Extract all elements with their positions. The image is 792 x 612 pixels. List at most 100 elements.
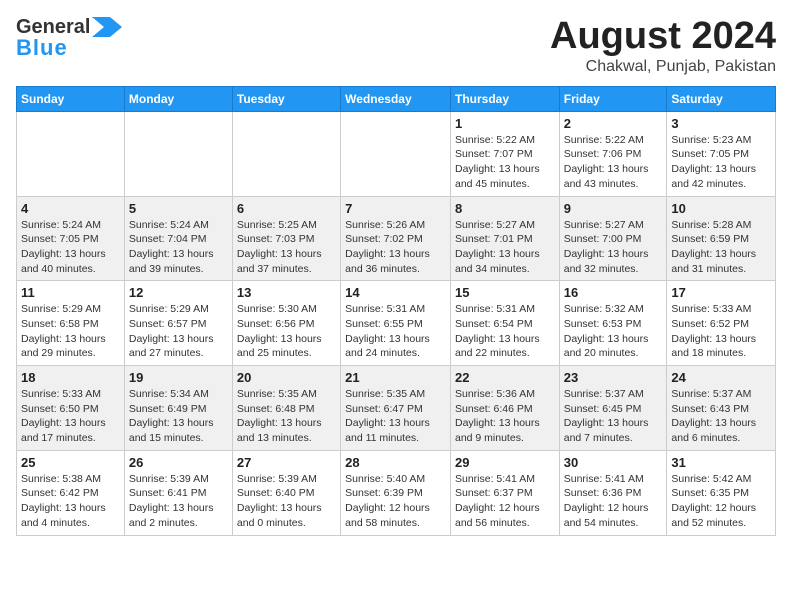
calendar-cell: 27 Sunrise: 5:39 AM Sunset: 6:40 PM Dayli…	[232, 450, 340, 535]
cell-day-number: 12	[129, 285, 228, 300]
calendar-cell: 13 Sunrise: 5:30 AM Sunset: 6:56 PM Dayli…	[232, 281, 340, 366]
calendar-cell: 16 Sunrise: 5:32 AM Sunset: 6:53 PM Dayli…	[559, 281, 667, 366]
logo-blue-text: Blue	[16, 36, 68, 60]
main-title: August 2024	[550, 16, 776, 58]
cell-info-text: Sunrise: 5:22 AM Sunset: 7:06 PM Dayligh…	[564, 133, 663, 192]
calendar-cell: 15Sunrise: 5:31 AM Sunset: 6:54 PM Dayli…	[450, 281, 559, 366]
calendar-table: SundayMondayTuesdayWednesdayThursdayFrid…	[16, 86, 776, 536]
calendar-week-row: 18Sunrise: 5:33 AM Sunset: 6:50 PM Dayli…	[17, 366, 776, 451]
calendar-week-row: 25 Sunrise: 5:38 AM Sunset: 6:42 PM Dayli…	[17, 450, 776, 535]
cell-day-number: 16	[564, 285, 663, 300]
header-day-friday: Friday	[559, 86, 667, 111]
cell-info-text: Sunrise: 5:26 AM Sunset: 7:02 PM Dayligh…	[345, 218, 446, 277]
calendar-cell: 12Sunrise: 5:29 AM Sunset: 6:57 PM Dayli…	[124, 281, 232, 366]
calendar-cell: 2 Sunrise: 5:22 AM Sunset: 7:06 PM Daylig…	[559, 111, 667, 196]
calendar-cell: 11Sunrise: 5:29 AM Sunset: 6:58 PM Dayli…	[17, 281, 125, 366]
cell-info-text: Sunrise: 5:35 AM Sunset: 6:47 PM Dayligh…	[345, 387, 446, 446]
calendar-cell	[124, 111, 232, 196]
calendar-cell: 31 Sunrise: 5:42 AM Sunset: 6:35 PM Dayli…	[667, 450, 776, 535]
calendar-week-row: 11Sunrise: 5:29 AM Sunset: 6:58 PM Dayli…	[17, 281, 776, 366]
cell-info-text: Sunrise: 5:33 AM Sunset: 6:50 PM Dayligh…	[21, 387, 120, 446]
cell-info-text: Sunrise: 5:34 AM Sunset: 6:49 PM Dayligh…	[129, 387, 228, 446]
logo: General Blue	[16, 16, 122, 60]
header-day-monday: Monday	[124, 86, 232, 111]
header-day-wednesday: Wednesday	[341, 86, 451, 111]
cell-info-text: Sunrise: 5:25 AM Sunset: 7:03 PM Dayligh…	[237, 218, 336, 277]
cell-info-text: Sunrise: 5:31 AM Sunset: 6:55 PM Dayligh…	[345, 302, 446, 361]
cell-day-number: 8	[455, 201, 555, 216]
cell-day-number: 17	[671, 285, 771, 300]
header: General Blue August 2024 Chakwal, Punjab…	[16, 16, 776, 76]
calendar-cell: 21Sunrise: 5:35 AM Sunset: 6:47 PM Dayli…	[341, 366, 451, 451]
cell-day-number: 9	[564, 201, 663, 216]
cell-day-number: 28	[345, 455, 446, 470]
cell-day-number: 3	[671, 116, 771, 131]
calendar-cell	[341, 111, 451, 196]
calendar-cell: 6 Sunrise: 5:25 AM Sunset: 7:03 PM Daylig…	[232, 196, 340, 281]
header-day-saturday: Saturday	[667, 86, 776, 111]
cell-info-text: Sunrise: 5:38 AM Sunset: 6:42 PM Dayligh…	[21, 472, 120, 531]
cell-info-text: Sunrise: 5:31 AM Sunset: 6:54 PM Dayligh…	[455, 302, 555, 361]
cell-info-text: Sunrise: 5:33 AM Sunset: 6:52 PM Dayligh…	[671, 302, 771, 361]
calendar-cell	[17, 111, 125, 196]
cell-info-text: Sunrise: 5:41 AM Sunset: 6:36 PM Dayligh…	[564, 472, 663, 531]
cell-day-number: 6	[237, 201, 336, 216]
cell-info-text: Sunrise: 5:42 AM Sunset: 6:35 PM Dayligh…	[671, 472, 771, 531]
calendar-cell: 1Sunrise: 5:22 AM Sunset: 7:07 PM Daylig…	[450, 111, 559, 196]
cell-info-text: Sunrise: 5:32 AM Sunset: 6:53 PM Dayligh…	[564, 302, 663, 361]
calendar-cell: 29 Sunrise: 5:41 AM Sunset: 6:37 PM Dayli…	[450, 450, 559, 535]
cell-day-number: 25	[21, 455, 120, 470]
cell-day-number: 4	[21, 201, 120, 216]
cell-day-number: 10	[671, 201, 771, 216]
cell-day-number: 31	[671, 455, 771, 470]
calendar-cell: 19 Sunrise: 5:34 AM Sunset: 6:49 PM Dayli…	[124, 366, 232, 451]
sub-title: Chakwal, Punjab, Pakistan	[550, 58, 776, 76]
cell-info-text: Sunrise: 5:39 AM Sunset: 6:41 PM Dayligh…	[129, 472, 228, 531]
cell-day-number: 13	[237, 285, 336, 300]
cell-day-number: 23	[564, 370, 663, 385]
cell-day-number: 20	[237, 370, 336, 385]
cell-info-text: Sunrise: 5:27 AM Sunset: 7:01 PM Dayligh…	[455, 218, 555, 277]
calendar-cell: 5 Sunrise: 5:24 AM Sunset: 7:04 PM Daylig…	[124, 196, 232, 281]
calendar-week-row: 4 Sunrise: 5:24 AM Sunset: 7:05 PM Daylig…	[17, 196, 776, 281]
calendar-cell: 30 Sunrise: 5:41 AM Sunset: 6:36 PM Dayli…	[559, 450, 667, 535]
cell-day-number: 26	[129, 455, 228, 470]
cell-info-text: Sunrise: 5:27 AM Sunset: 7:00 PM Dayligh…	[564, 218, 663, 277]
calendar-cell: 20 Sunrise: 5:35 AM Sunset: 6:48 PM Dayli…	[232, 366, 340, 451]
calendar-cell: 4 Sunrise: 5:24 AM Sunset: 7:05 PM Daylig…	[17, 196, 125, 281]
calendar-cell: 24Sunrise: 5:37 AM Sunset: 6:43 PM Dayli…	[667, 366, 776, 451]
calendar-cell: 14Sunrise: 5:31 AM Sunset: 6:55 PM Dayli…	[341, 281, 451, 366]
cell-info-text: Sunrise: 5:36 AM Sunset: 6:46 PM Dayligh…	[455, 387, 555, 446]
calendar-cell: 26 Sunrise: 5:39 AM Sunset: 6:41 PM Dayli…	[124, 450, 232, 535]
cell-day-number: 19	[129, 370, 228, 385]
calendar-cell: 7 Sunrise: 5:26 AM Sunset: 7:02 PM Daylig…	[341, 196, 451, 281]
cell-info-text: Sunrise: 5:24 AM Sunset: 7:05 PM Dayligh…	[21, 218, 120, 277]
cell-info-text: Sunrise: 5:23 AM Sunset: 7:05 PM Dayligh…	[671, 133, 771, 192]
cell-info-text: Sunrise: 5:35 AM Sunset: 6:48 PM Dayligh…	[237, 387, 336, 446]
cell-info-text: Sunrise: 5:37 AM Sunset: 6:43 PM Dayligh…	[671, 387, 771, 446]
cell-info-text: Sunrise: 5:30 AM Sunset: 6:56 PM Dayligh…	[237, 302, 336, 361]
calendar-cell: 9 Sunrise: 5:27 AM Sunset: 7:00 PM Daylig…	[559, 196, 667, 281]
cell-info-text: Sunrise: 5:37 AM Sunset: 6:45 PM Dayligh…	[564, 387, 663, 446]
calendar-cell	[232, 111, 340, 196]
cell-day-number: 2	[564, 116, 663, 131]
cell-day-number: 27	[237, 455, 336, 470]
cell-info-text: Sunrise: 5:40 AM Sunset: 6:39 PM Dayligh…	[345, 472, 446, 531]
calendar-cell: 8 Sunrise: 5:27 AM Sunset: 7:01 PM Daylig…	[450, 196, 559, 281]
cell-day-number: 29	[455, 455, 555, 470]
cell-info-text: Sunrise: 5:39 AM Sunset: 6:40 PM Dayligh…	[237, 472, 336, 531]
cell-info-text: Sunrise: 5:24 AM Sunset: 7:04 PM Dayligh…	[129, 218, 228, 277]
cell-day-number: 5	[129, 201, 228, 216]
cell-day-number: 7	[345, 201, 446, 216]
calendar-week-row: 1Sunrise: 5:22 AM Sunset: 7:07 PM Daylig…	[17, 111, 776, 196]
calendar-cell: 23 Sunrise: 5:37 AM Sunset: 6:45 PM Dayli…	[559, 366, 667, 451]
cell-day-number: 11	[21, 285, 120, 300]
cell-info-text: Sunrise: 5:41 AM Sunset: 6:37 PM Dayligh…	[455, 472, 555, 531]
cell-day-number: 1	[455, 116, 555, 131]
calendar-header-row: SundayMondayTuesdayWednesdayThursdayFrid…	[17, 86, 776, 111]
cell-day-number: 30	[564, 455, 663, 470]
calendar-cell: 17 Sunrise: 5:33 AM Sunset: 6:52 PM Dayli…	[667, 281, 776, 366]
calendar-cell: 28 Sunrise: 5:40 AM Sunset: 6:39 PM Dayli…	[341, 450, 451, 535]
header-day-sunday: Sunday	[17, 86, 125, 111]
calendar-cell: 25 Sunrise: 5:38 AM Sunset: 6:42 PM Dayli…	[17, 450, 125, 535]
